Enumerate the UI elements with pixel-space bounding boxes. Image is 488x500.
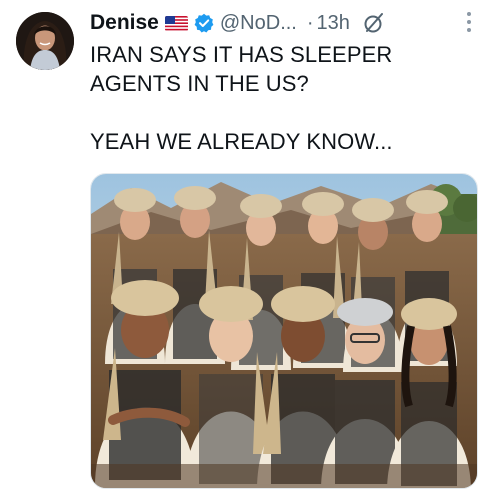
separator-dot: ·: [306, 11, 314, 34]
author-handle[interactable]: @NoD...: [220, 12, 297, 35]
avatar-image: [16, 12, 74, 70]
tweet-header: Denise @NoD... · 13h: [90, 8, 474, 38]
tweet-text-line: YEAH WE ALREADY KNOW...: [90, 129, 393, 154]
grok-icon[interactable]: [362, 11, 386, 35]
tweet-text: IRAN SAYS IT HAS SLEEPER AGENTS IN THE U…: [90, 40, 474, 156]
front-row-figures: [95, 280, 471, 488]
tweet-text-line: IRAN SAYS IT HAS SLEEPER: [90, 42, 393, 67]
tweet-text-line: AGENTS IN THE US?: [90, 71, 309, 96]
more-options-icon[interactable]: [466, 12, 472, 34]
timestamp[interactable]: 13h: [317, 12, 350, 35]
illustration-image: [91, 174, 477, 488]
us-flag-icon: [164, 15, 188, 31]
avatar[interactable]: [16, 12, 74, 70]
author-display-name[interactable]: Denise: [90, 11, 159, 35]
tweet-media-image[interactable]: [90, 173, 478, 489]
verified-badge-icon: [194, 13, 214, 33]
